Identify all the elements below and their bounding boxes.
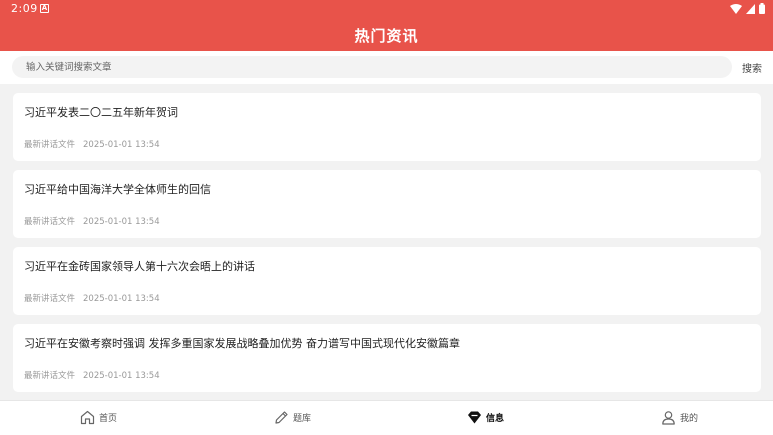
pencil-icon — [275, 411, 288, 424]
home-icon — [80, 410, 95, 425]
status-icons — [730, 3, 765, 14]
bottom-tab-bar: 首页 题库 信息 我的 — [0, 400, 773, 435]
search-button[interactable]: 搜索 — [742, 60, 762, 75]
article-category: 最新讲话文件 — [24, 217, 76, 227]
status-bar: 2:09 A — [0, 0, 773, 18]
search-bar: 搜索 — [0, 51, 773, 84]
article-card[interactable]: 习近平在安徽考察时强调 发挥多重国家发展战略叠加优势 奋力谱写中国式现代化安徽篇… — [13, 324, 761, 392]
battery-icon — [759, 3, 765, 14]
article-date: 2025-01-01 13:54 — [83, 140, 160, 150]
article-meta: 最新讲话文件 2025-01-01 13:54 — [24, 369, 160, 381]
tab-profile[interactable]: 我的 — [661, 410, 698, 425]
article-title: 习近平给中国海洋大学全体师生的回信 — [24, 183, 211, 196]
search-input[interactable] — [12, 56, 732, 78]
tab-label: 我的 — [680, 414, 699, 424]
article-meta: 最新讲话文件 2025-01-01 13:54 — [24, 215, 160, 227]
page-title: 热门资讯 — [354, 27, 419, 45]
article-card[interactable]: 习近平发表二〇二五年新年贺词 最新讲话文件 2025-01-01 13:54 — [13, 93, 761, 161]
article-date: 2025-01-01 13:54 — [83, 294, 160, 304]
article-title: 习近平在金砖国家领导人第十六次会晤上的讲话 — [24, 260, 255, 273]
article-card[interactable]: 习近平在金砖国家领导人第十六次会晤上的讲话 最新讲话文件 2025-01-01 1… — [13, 247, 761, 315]
article-title: 习近平发表二〇二五年新年贺词 — [24, 106, 178, 119]
tab-label: 首页 — [99, 414, 118, 424]
tab-question-bank[interactable]: 题库 — [274, 410, 311, 425]
article-category: 最新讲话文件 — [24, 371, 76, 381]
wifi-icon — [730, 3, 742, 14]
tab-label: 信息 — [486, 414, 505, 424]
article-meta: 最新讲话文件 2025-01-01 13:54 — [24, 292, 160, 304]
user-icon — [662, 411, 675, 425]
article-date: 2025-01-01 13:54 — [83, 217, 160, 227]
tab-info[interactable]: 信息 — [467, 410, 504, 425]
app-header: 2:09 A 热门资讯 — [0, 0, 773, 51]
diamond-icon — [468, 411, 481, 424]
article-card[interactable]: 习近平给中国海洋大学全体师生的回信 最新讲话文件 2025-01-01 13:54 — [13, 170, 761, 238]
signal-icon — [746, 3, 755, 14]
status-a-icon: A — [40, 4, 49, 13]
article-date: 2025-01-01 13:54 — [83, 371, 160, 381]
article-meta: 最新讲话文件 2025-01-01 13:54 — [24, 138, 160, 150]
status-time: 2:09 — [11, 2, 38, 15]
tab-label: 题库 — [293, 414, 312, 424]
article-title: 习近平在安徽考察时强调 发挥多重国家发展战略叠加优势 奋力谱写中国式现代化安徽篇… — [24, 337, 460, 350]
article-category: 最新讲话文件 — [24, 294, 76, 304]
tab-home[interactable]: 首页 — [80, 410, 117, 425]
article-category: 最新讲话文件 — [24, 140, 76, 150]
